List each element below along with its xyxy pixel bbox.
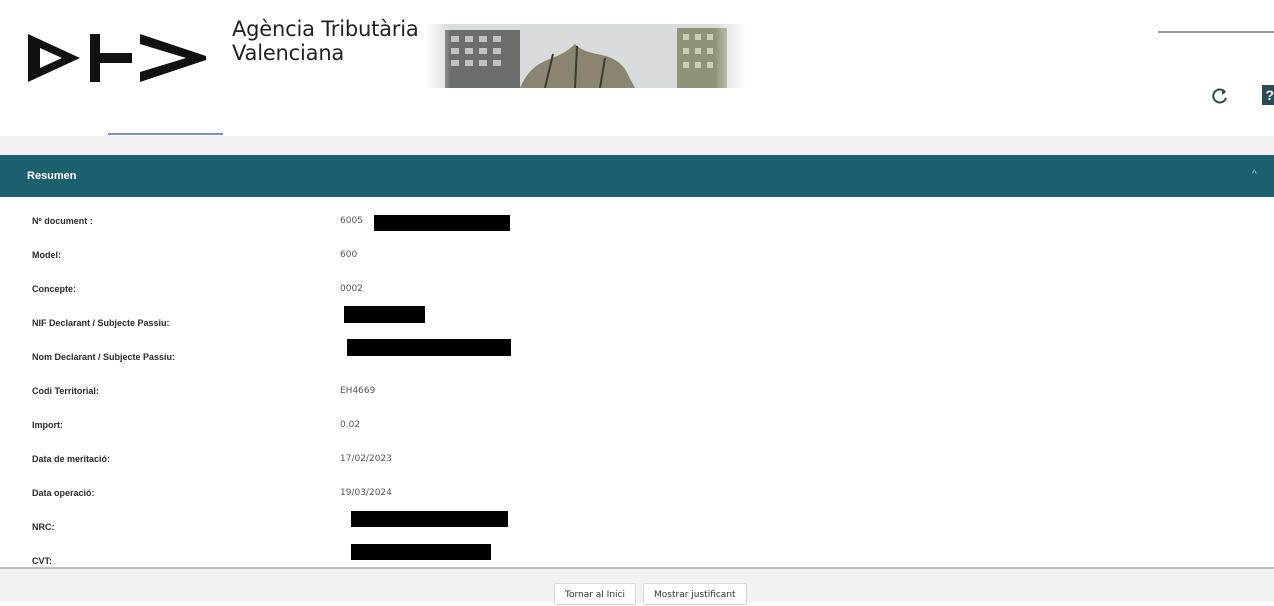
field-label: Concepte: [32, 284, 77, 294]
field-label: NRC: [32, 522, 55, 532]
refresh-button[interactable] [1206, 82, 1234, 110]
row-nrc: NRC: [0, 510, 1274, 544]
agency-name-line2: Valenciana [232, 41, 345, 65]
field-label: Data de meritació: [32, 454, 111, 464]
redaction-block [344, 306, 425, 323]
redaction-block [374, 215, 510, 231]
field-value: 17/02/2023 [340, 454, 392, 464]
panel-title: Resumen [27, 170, 77, 182]
top-right-divider [1158, 31, 1274, 33]
field-label: Nom Declarant / Subjecte Passiu: [32, 352, 176, 362]
row-name: Nom Declarant / Subjecte Passiu: [0, 339, 1274, 374]
field-label: CVT: [32, 556, 52, 566]
field-value: 600 [340, 250, 358, 260]
field-label: Nº document : [32, 216, 93, 226]
summary-panel-header[interactable]: Resumen ^ [0, 155, 1274, 197]
toolbar-strip [0, 136, 1274, 155]
field-value: 19/03/2024 [340, 488, 392, 498]
field-label: Codi Territorial: [32, 386, 99, 396]
chevron-up-icon[interactable]: ^ [1252, 169, 1257, 180]
page-header: Agència Tributària Valenciana ? [0, 0, 1274, 136]
help-icon: ? [1265, 87, 1274, 103]
field-label: Import: [32, 420, 63, 430]
row-document-number: Nº document : 6005 [0, 204, 1274, 238]
row-import: Import: 0.02 [0, 408, 1274, 442]
agency-name-line1: Agència Tributària [232, 17, 419, 41]
atv-logo [28, 34, 206, 82]
redaction-block [351, 511, 508, 527]
row-nif: NIF Declarant / Subjecte Passiu: [0, 306, 1274, 340]
field-label: NIF Declarant / Subjecte Passiu: [32, 318, 170, 328]
field-value: 0.02 [340, 420, 361, 430]
field-label: Model: [32, 250, 61, 260]
field-value: EH4669 [340, 386, 376, 396]
header-buildings-image [425, 24, 747, 88]
agency-name: Agència Tributària Valenciana [232, 17, 419, 65]
field-label: Data operació: [32, 488, 95, 498]
footer-bar [0, 569, 1274, 602]
help-button[interactable]: ? [1262, 85, 1274, 105]
row-concept: Concepte: 0002 [0, 272, 1274, 306]
active-tab-indicator [108, 133, 223, 135]
field-value: 0002 [340, 284, 363, 294]
redaction-block [351, 544, 491, 560]
row-operation-date: Data operació: 19/03/2024 [0, 476, 1274, 510]
field-value: 6005 [340, 216, 363, 226]
redaction-block [347, 339, 511, 356]
row-model: Model: 600 [0, 238, 1274, 272]
row-territorial-code: Codi Territorial: EH4669 [0, 374, 1274, 408]
row-accrual-date: Data de meritació: 17/02/2023 [0, 442, 1274, 476]
refresh-icon [1212, 88, 1227, 104]
